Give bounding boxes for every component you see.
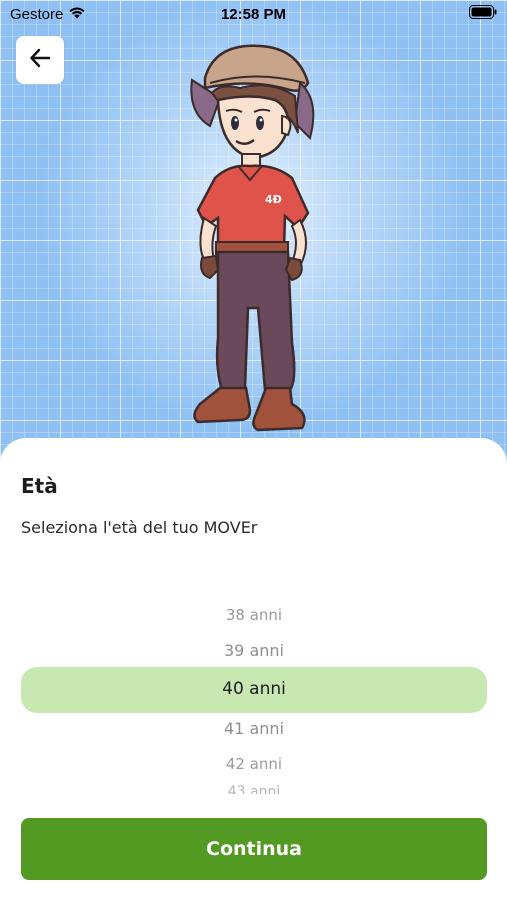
picker-option[interactable]: 43 anni xyxy=(21,784,487,794)
status-bar: Gestore 12:58 PM xyxy=(0,0,507,28)
mover-character-illustration: 4Ð xyxy=(170,38,340,438)
status-right xyxy=(469,5,507,23)
picker-option-selected[interactable]: 40 anni xyxy=(21,679,487,699)
battery-icon xyxy=(469,5,497,23)
age-picker[interactable]: 38 anni 39 anni 40 anni 41 anni 42 anni … xyxy=(21,598,487,794)
picker-option[interactable]: 38 anni xyxy=(21,606,487,624)
sheet-title: Età xyxy=(21,474,58,498)
sheet-subtitle: Seleziona l'età del tuo MOVEr xyxy=(21,518,258,537)
svg-text:4Ð: 4Ð xyxy=(265,193,282,206)
arrow-left-icon xyxy=(29,47,51,73)
age-selection-sheet: Età Seleziona l'età del tuo MOVEr 38 ann… xyxy=(0,438,507,900)
back-button[interactable] xyxy=(16,36,64,84)
picker-option[interactable]: 42 anni xyxy=(21,755,487,773)
status-left: Gestore xyxy=(0,6,86,23)
wifi-icon xyxy=(68,6,86,23)
continue-button[interactable]: Continua xyxy=(21,818,487,880)
picker-option[interactable]: 41 anni xyxy=(21,719,487,738)
carrier-label: Gestore xyxy=(10,5,64,23)
picker-option[interactable]: 39 anni xyxy=(21,641,487,660)
